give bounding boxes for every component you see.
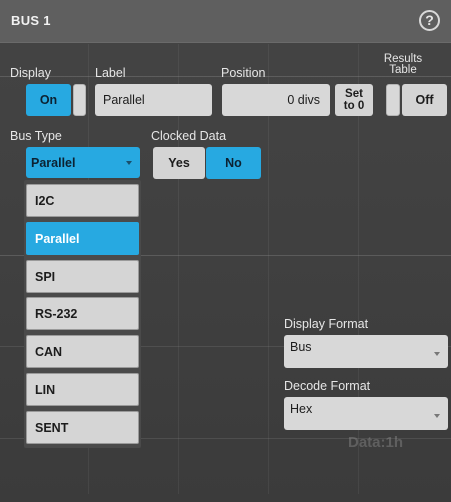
display-format-select[interactable]: Bus	[284, 335, 448, 368]
bus-type-option[interactable]: I2C	[26, 184, 139, 217]
bus-type-option[interactable]: CAN	[26, 335, 139, 368]
bus-type-option[interactable]: RS-232	[26, 297, 139, 330]
display-on-button[interactable]: On	[26, 84, 71, 116]
chevron-down-icon	[434, 414, 440, 418]
clocked-data-label: Clocked Data	[151, 129, 227, 143]
chevron-down-icon	[434, 352, 440, 356]
decode-format-value: Hex	[290, 402, 313, 416]
results-table-toggle-handle[interactable]	[386, 84, 400, 116]
clocked-data-yes-button[interactable]: Yes	[153, 147, 205, 179]
bus-type-option[interactable]: SPI	[26, 260, 139, 293]
bus-config-panel: BUS 1 ? Display On Label Parallel Positi…	[0, 0, 451, 502]
question-circle-icon[interactable]: ?	[419, 10, 440, 31]
set-to-zero-button[interactable]: Set to 0	[335, 84, 373, 116]
bus-type-selected-value: Parallel	[31, 155, 76, 170]
display-format-value: Bus	[290, 340, 312, 354]
bus-type-option[interactable]: SENT	[26, 411, 139, 444]
position-value: 0 divs	[287, 93, 320, 107]
results-table-off-button[interactable]: Off	[402, 84, 447, 116]
clocked-data-no-button[interactable]: No	[206, 147, 261, 179]
display-format-label: Display Format	[284, 317, 369, 331]
bus-type-option[interactable]: Parallel	[26, 222, 139, 255]
display-label: Display	[10, 66, 51, 80]
position-input[interactable]: 0 divs	[222, 84, 330, 116]
decode-format-select[interactable]: Hex	[284, 397, 448, 430]
label-value: Parallel	[103, 93, 145, 107]
decode-format-label: Decode Format	[284, 379, 371, 393]
bus-type-option[interactable]: LIN	[26, 373, 139, 406]
label-field-label: Label	[95, 66, 126, 80]
results-table-label: Results Table	[383, 53, 423, 76]
label-input[interactable]: Parallel	[95, 84, 212, 116]
chevron-down-icon	[126, 161, 132, 165]
bus-type-select[interactable]: Parallel	[26, 147, 140, 178]
bus-type-label: Bus Type	[10, 129, 62, 143]
background-data-readout: Data:1h	[348, 434, 404, 451]
display-toggle-handle[interactable]	[73, 84, 86, 116]
window-title: BUS 1	[11, 13, 51, 28]
position-label: Position	[221, 66, 266, 80]
title-bar: BUS 1 ?	[0, 0, 451, 43]
